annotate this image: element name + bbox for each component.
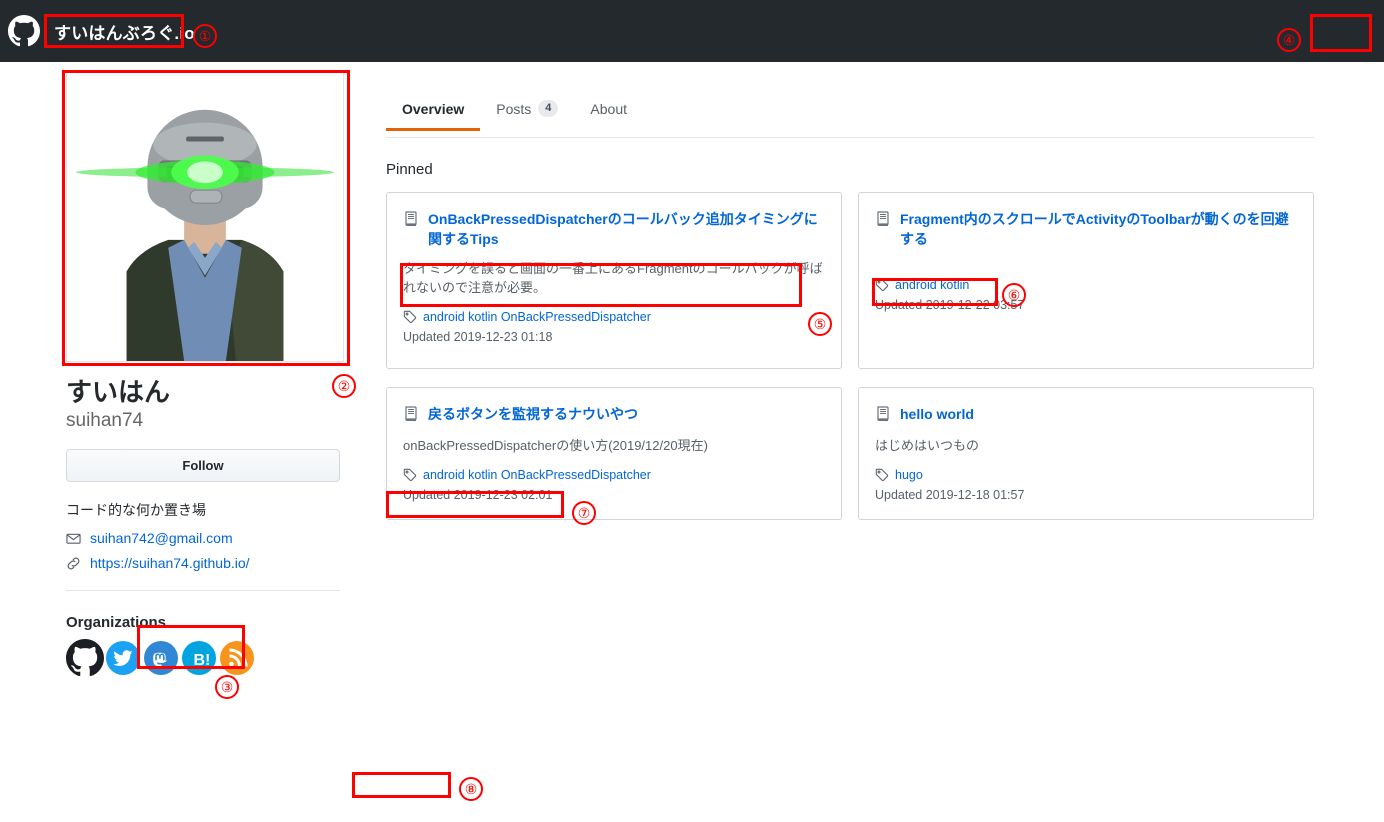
pinned-card[interactable]: hello world はじめはいつもの hugo Updated 2019-1… (858, 387, 1314, 521)
profile-tabs: Overview Posts 4 About (386, 92, 1316, 138)
profile-login: suihan74 (66, 409, 144, 431)
card-header: Fragment内のスクロールでActivityのToolbarが動くのを回避す… (875, 209, 1297, 250)
tab-about-label: About (590, 101, 627, 118)
tag-icon (403, 468, 417, 482)
tag-icon (403, 310, 417, 324)
annotation-number-3: ③ (215, 675, 239, 699)
hatena-bookmark-icon[interactable]: B! (180, 639, 218, 677)
card-description: はじめはいつもの (875, 438, 980, 454)
tag-icon (875, 278, 889, 292)
page-footer: © 2019. Theme by github-style (customize… (0, 760, 1384, 822)
card-description: onBackPressedDispatcherの使い方(2019/12/20現在… (403, 438, 708, 454)
tab-posts[interactable]: Posts 4 (480, 92, 574, 131)
github-mark-icon[interactable] (8, 15, 40, 47)
site-title[interactable]: すいはんぶろぐ.io (54, 19, 195, 44)
page-root: すいはんぶろぐ.io すいはん suihan74 Follow コード的な何か置… (0, 0, 1384, 822)
rss-icon[interactable] (218, 639, 256, 677)
card-tags-link[interactable]: android kotlin OnBackPressedDispatcher (423, 468, 651, 482)
organizations-list: B! (66, 639, 344, 677)
tab-overview-label: Overview (402, 101, 465, 118)
book-icon (403, 406, 419, 427)
profile-website-link[interactable]: https://suihan74.github.io/ (90, 555, 250, 571)
book-icon (403, 211, 419, 232)
profile-sidebar: すいはん suihan74 Follow コード的な何か置き場 suihan74… (66, 72, 344, 677)
profile-email-row: suihan742@gmail.com (66, 530, 344, 546)
tab-posts-badge: 4 (538, 100, 559, 118)
github-icon[interactable] (66, 639, 104, 677)
svg-text:B!: B! (194, 652, 211, 669)
card-header: 戻るボタンを監視するナウいやつ (403, 404, 825, 427)
organizations-title: Organizations (66, 614, 167, 632)
card-description: タイミングを誤ると画面の一番上にあるFragmentのコールバックが呼ばれないの… (403, 260, 823, 296)
pinned-cards-grid: OnBackPressedDispatcherのコールバック追加タイミングに関す… (386, 192, 1316, 521)
card-tags: android kotlin OnBackPressedDispatcher (403, 468, 825, 482)
avatar[interactable] (66, 72, 344, 362)
tab-overview[interactable]: Overview (386, 93, 481, 132)
book-icon (875, 406, 891, 427)
profile-website-row: https://suihan74.github.io/ (66, 555, 344, 571)
sidebar-divider (66, 590, 340, 592)
mastodon-icon[interactable] (142, 639, 180, 677)
card-tags: hugo (875, 468, 1297, 482)
card-updated: Updated 2019-12-23 01:18 (403, 329, 553, 344)
card-title-link[interactable]: Fragment内のスクロールでActivityのToolbarが動くのを回避す… (900, 209, 1297, 250)
pinned-section-label: Pinned (386, 161, 433, 179)
card-header: OnBackPressedDispatcherのコールバック追加タイミングに関す… (403, 209, 825, 250)
tag-icon (875, 468, 889, 482)
card-title-link[interactable]: OnBackPressedDispatcherのコールバック追加タイミングに関す… (428, 209, 825, 250)
card-updated: Updated 2019-12-22 03:57 (875, 297, 1025, 312)
twitter-icon[interactable] (104, 639, 142, 677)
card-title-link[interactable]: 戻るボタンを監視するナウいやつ (428, 404, 638, 424)
profile-name: すいはん (66, 377, 171, 407)
card-title-link[interactable]: hello world (900, 404, 974, 424)
card-tags-link[interactable]: android kotlin (895, 278, 969, 292)
pinned-card[interactable]: Fragment内のスクロールでActivityのToolbarが動くのを回避す… (858, 192, 1314, 370)
tabs-divider (386, 137, 1314, 138)
pinned-card[interactable]: OnBackPressedDispatcherのコールバック追加タイミングに関す… (386, 192, 842, 370)
card-tags-link[interactable]: android kotlin OnBackPressedDispatcher (423, 310, 651, 324)
envelope-icon (66, 531, 82, 546)
card-updated: Updated 2019-12-23 02:01 (403, 487, 553, 502)
link-icon (66, 556, 82, 571)
card-tags: android kotlin (875, 278, 1297, 292)
tab-about[interactable]: About (574, 93, 643, 131)
card-header: hello world (875, 404, 1297, 427)
book-icon (875, 211, 891, 232)
profile-bio: コード的な何か置き場 (66, 502, 206, 519)
follow-button[interactable]: Follow (66, 449, 340, 483)
card-tags-link[interactable]: hugo (895, 468, 923, 482)
profile-email-link[interactable]: suihan742@gmail.com (90, 530, 233, 546)
main-content: Overview Posts 4 About Pinned OnBackPres… (386, 92, 1316, 521)
pinned-card[interactable]: 戻るボタンを監視するナウいやつ onBackPressedDispatcherの… (386, 387, 842, 521)
top-header-bar: すいはんぶろぐ.io (0, 0, 1384, 62)
tab-posts-label: Posts (496, 100, 532, 117)
card-updated: Updated 2019-12-18 01:57 (875, 487, 1025, 502)
card-tags: android kotlin OnBackPressedDispatcher (403, 310, 825, 324)
